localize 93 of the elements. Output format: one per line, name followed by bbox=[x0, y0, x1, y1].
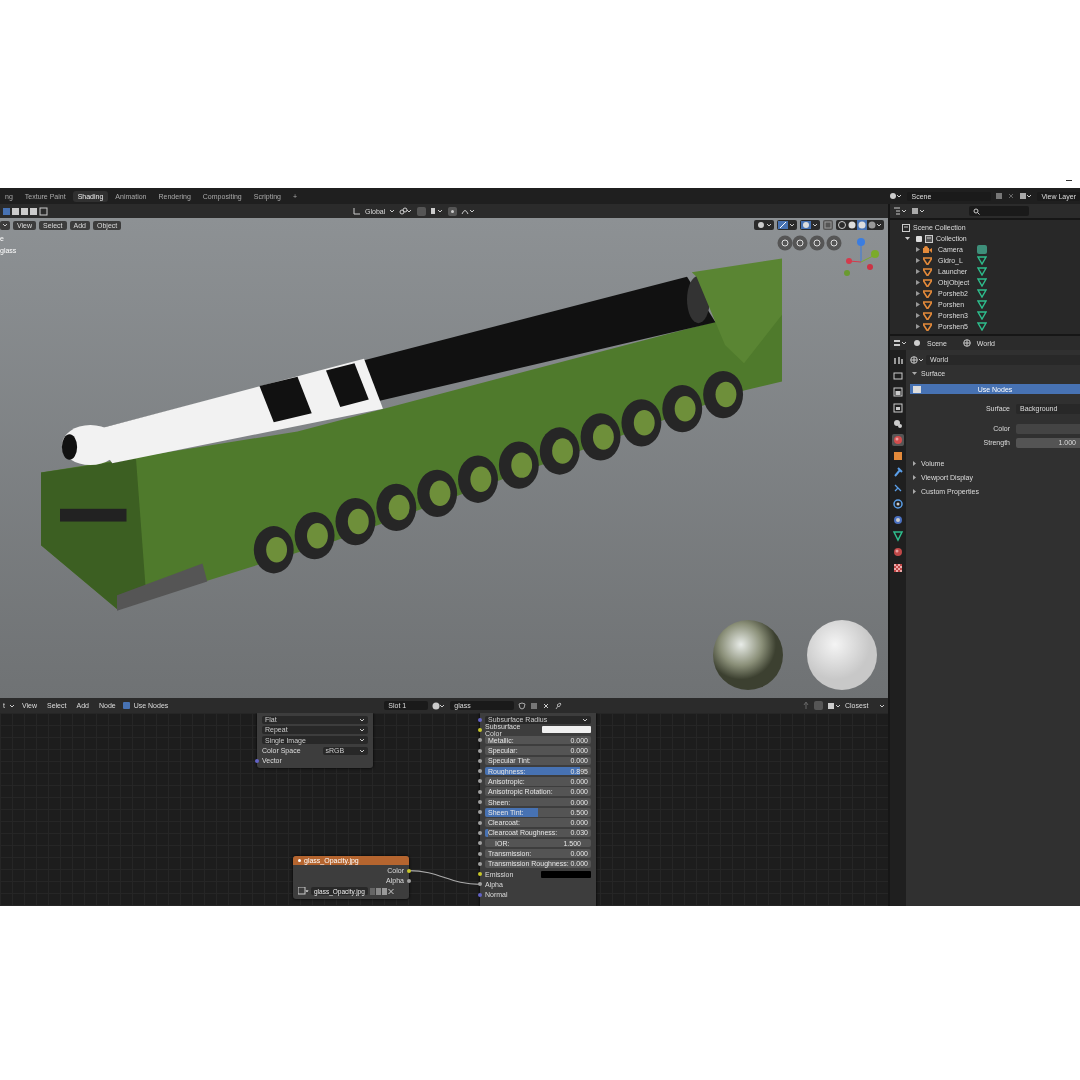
collection-icon bbox=[925, 234, 933, 243]
node-socket[interactable] bbox=[478, 727, 482, 732]
node-tree-icon bbox=[913, 385, 921, 393]
expand-arrow-icon[interactable] bbox=[916, 258, 920, 263]
tool-tab[interactable] bbox=[892, 354, 904, 366]
material-preview-sphere bbox=[807, 620, 877, 690]
node-socket[interactable] bbox=[478, 717, 482, 722]
proportional-edit-icon[interactable] bbox=[448, 206, 458, 216]
node-socket[interactable] bbox=[478, 758, 482, 763]
constraints-tab[interactable] bbox=[892, 514, 904, 526]
image-actions-icon[interactable] bbox=[369, 887, 394, 895]
particles-tab[interactable] bbox=[892, 482, 904, 494]
node-socket[interactable] bbox=[478, 892, 482, 897]
editor-type-icon[interactable] bbox=[893, 339, 907, 347]
snap-target-icon[interactable] bbox=[430, 207, 445, 215]
link-icon[interactable] bbox=[399, 207, 414, 215]
material-tab[interactable] bbox=[892, 546, 904, 558]
expand-arrow-icon[interactable] bbox=[916, 280, 920, 285]
physics-tab[interactable] bbox=[892, 498, 904, 510]
node-socket[interactable] bbox=[407, 868, 411, 873]
mesh-data-tab[interactable] bbox=[892, 530, 904, 542]
falloff-icon[interactable] bbox=[461, 207, 476, 215]
scene-tab[interactable] bbox=[892, 418, 904, 430]
node-socket[interactable] bbox=[478, 800, 482, 804]
node-socket[interactable] bbox=[255, 758, 259, 763]
view-layer-icon[interactable] bbox=[1019, 192, 1034, 200]
node-socket[interactable] bbox=[478, 789, 482, 794]
node-socket[interactable] bbox=[478, 830, 482, 835]
texture-tab[interactable] bbox=[892, 562, 904, 574]
node-socket[interactable] bbox=[407, 878, 411, 883]
node-socket[interactable] bbox=[478, 841, 482, 846]
snap-target-icon[interactable] bbox=[827, 701, 841, 710]
expand-arrow-icon[interactable] bbox=[916, 291, 920, 296]
fake-user-icon[interactable] bbox=[518, 701, 527, 710]
node-socket[interactable] bbox=[478, 851, 482, 856]
node-socket[interactable] bbox=[478, 738, 482, 743]
checkbox[interactable] bbox=[122, 702, 130, 709]
expand-arrow-icon[interactable] bbox=[916, 313, 920, 318]
color-swatch[interactable] bbox=[541, 870, 591, 878]
node-socket[interactable] bbox=[478, 861, 482, 866]
close-icon[interactable] bbox=[542, 701, 551, 710]
caret-icon[interactable] bbox=[389, 208, 396, 214]
expand-arrow-icon[interactable] bbox=[916, 324, 920, 329]
expand-arrow-icon[interactable] bbox=[916, 302, 920, 307]
node-socket[interactable] bbox=[478, 779, 482, 784]
collapse-arrow-icon[interactable] bbox=[912, 475, 917, 480]
collapse-arrow-icon[interactable] bbox=[912, 461, 917, 466]
pin-icon[interactable] bbox=[554, 701, 563, 710]
caret-icon[interactable] bbox=[879, 702, 885, 709]
color-swatch[interactable] bbox=[542, 726, 591, 734]
scene-icon[interactable] bbox=[889, 192, 904, 200]
node-socket[interactable] bbox=[478, 769, 482, 774]
node-socket[interactable] bbox=[478, 872, 482, 877]
world-tab[interactable] bbox=[892, 434, 904, 446]
expand-arrow-icon[interactable] bbox=[912, 371, 917, 376]
select-mode-icons[interactable] bbox=[3, 206, 49, 216]
collection-icon bbox=[902, 223, 910, 232]
filter-icon[interactable] bbox=[911, 207, 925, 215]
expand-arrow-icon[interactable] bbox=[916, 247, 920, 252]
modifier-tab[interactable] bbox=[892, 466, 904, 478]
parent-node-icon[interactable] bbox=[802, 701, 810, 710]
copy-icon[interactable] bbox=[995, 192, 1004, 200]
node-socket[interactable] bbox=[478, 748, 482, 753]
globe-icon bbox=[962, 339, 971, 347]
search-field[interactable] bbox=[969, 206, 1029, 216]
caret-icon[interactable] bbox=[8, 702, 15, 709]
hdri-preview-sphere bbox=[713, 620, 783, 690]
mode-dropdown-icon[interactable] bbox=[0, 220, 10, 230]
gizmo-toggle-icon[interactable] bbox=[777, 220, 797, 230]
globe-icon[interactable] bbox=[910, 355, 924, 364]
shading-modes-icon[interactable] bbox=[836, 220, 884, 230]
expand-arrow-icon[interactable] bbox=[916, 269, 920, 274]
view-layer-tab[interactable] bbox=[892, 402, 904, 414]
visibility-icon[interactable] bbox=[754, 220, 774, 230]
object-tab[interactable] bbox=[892, 450, 904, 462]
orientation-icon[interactable] bbox=[353, 207, 361, 215]
display-mode-icon[interactable] bbox=[893, 207, 907, 215]
overlay-toggle-icon[interactable] bbox=[800, 220, 820, 230]
node-socket[interactable] bbox=[478, 882, 482, 887]
search-icon bbox=[973, 207, 980, 215]
scene-icon bbox=[913, 339, 921, 347]
collapse-arrow-icon[interactable] bbox=[912, 489, 917, 494]
material-sphere-icon[interactable] bbox=[432, 701, 447, 710]
camera-icon bbox=[923, 245, 932, 254]
node-socket[interactable] bbox=[478, 810, 482, 815]
output-tab[interactable] bbox=[892, 386, 904, 398]
copy-icon[interactable] bbox=[530, 701, 539, 710]
node-socket[interactable] bbox=[478, 820, 482, 825]
checkbox[interactable] bbox=[916, 235, 922, 242]
expand-arrow-icon[interactable] bbox=[905, 236, 910, 241]
render-tab[interactable] bbox=[892, 370, 904, 382]
caret-icon bbox=[582, 716, 588, 723]
image-icon[interactable] bbox=[298, 887, 309, 896]
